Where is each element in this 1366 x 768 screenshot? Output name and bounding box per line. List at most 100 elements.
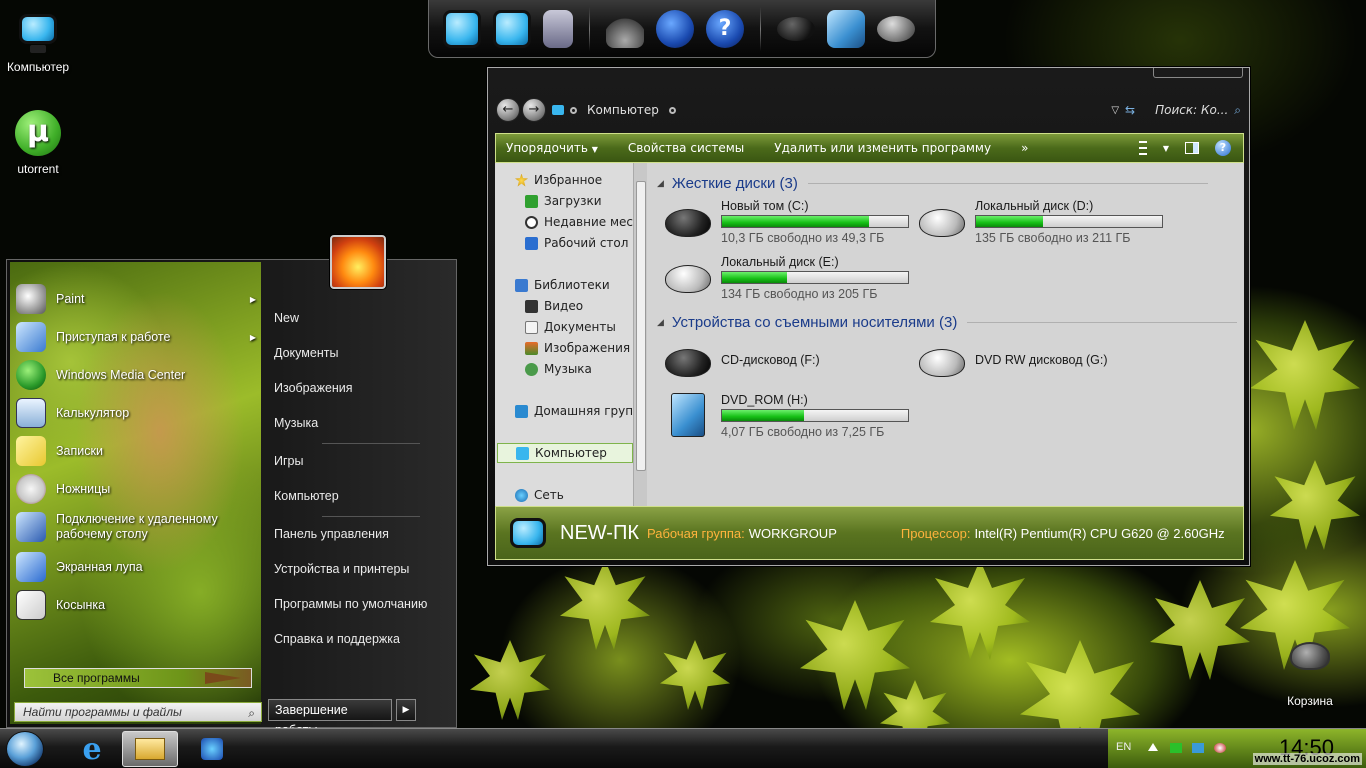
calculator-icon xyxy=(16,398,46,428)
breadcrumb-location[interactable]: Компьютер xyxy=(587,103,659,117)
taskbar-explorer[interactable] xyxy=(122,731,178,767)
sticky-notes-icon xyxy=(16,436,46,466)
nav-item-desktop[interactable]: Рабочий стол xyxy=(525,236,628,250)
shutdown-options-arrow[interactable]: ▶ xyxy=(396,699,416,721)
nav-scrollbar[interactable] xyxy=(633,163,647,506)
drive-g[interactable]: DVD RW дисковод (G:) xyxy=(919,339,1108,377)
start-link-games[interactable]: Игры xyxy=(274,454,303,468)
folders-icon[interactable] xyxy=(827,9,865,48)
window-controls[interactable] xyxy=(1153,68,1243,78)
collapse-icon[interactable]: ◢ xyxy=(657,178,664,189)
program-magnifier[interactable]: Экранная лупа xyxy=(16,552,256,582)
nav-item-network[interactable]: Сеть xyxy=(515,488,564,502)
start-link-music[interactable]: Музыка xyxy=(274,416,318,430)
forward-button[interactable]: → xyxy=(522,98,546,122)
nav-item-homegroup[interactable]: Домашняя группа xyxy=(515,404,647,418)
user-avatar[interactable] xyxy=(330,235,386,289)
help-icon[interactable]: ? xyxy=(1215,140,1231,156)
start-link-documents[interactable]: Документы xyxy=(274,346,338,360)
help-icon[interactable]: ? xyxy=(706,9,744,48)
chevron-down-icon[interactable]: ▼ xyxy=(1163,144,1169,153)
language-indicator[interactable]: EN xyxy=(1116,741,1131,753)
program-sticky-notes[interactable]: Записки xyxy=(16,436,256,466)
start-link-new[interactable]: New xyxy=(274,311,299,325)
collapse-icon[interactable]: ◢ xyxy=(657,317,664,328)
dock-separator xyxy=(589,6,590,51)
submenu-arrow-icon[interactable]: ▶ xyxy=(250,295,256,304)
nav-item-libraries[interactable]: Библиотеки xyxy=(515,278,610,292)
desktop-icon-recycle-bin[interactable]: Корзина xyxy=(1272,632,1348,708)
nav-item-computer[interactable]: Компьютер xyxy=(497,443,633,463)
control-panel-icon[interactable] xyxy=(543,9,573,48)
back-button[interactable]: ← xyxy=(496,98,520,122)
drive-name: Новый том (C:) xyxy=(721,199,809,213)
refresh-icon[interactable]: ⇆ xyxy=(1125,103,1135,117)
search-box[interactable]: ▽ ⇆ Поиск: Ко... ⌕ xyxy=(1111,103,1241,118)
start-link-help[interactable]: Справка и поддержка xyxy=(274,632,400,646)
nav-item-favorites[interactable]: Избранное xyxy=(515,173,602,187)
program-calculator[interactable]: Калькулятор xyxy=(16,398,256,428)
search-icon[interactable]: ⌕ xyxy=(1234,103,1241,118)
all-programs-button[interactable]: Все программы xyxy=(24,668,252,688)
computer-icon[interactable] xyxy=(443,9,481,48)
drive-c[interactable]: Новый том (C:) 10,3 ГБ свободно из 49,3 … xyxy=(665,199,909,245)
program-snipping-tool[interactable]: Ножницы xyxy=(16,474,256,504)
nav-item-video[interactable]: Видео xyxy=(525,299,583,313)
folder-icon xyxy=(135,738,165,760)
group-header-removable[interactable]: ◢ Устройства со съемными носителями (3) xyxy=(657,314,1238,331)
submenu-arrow-icon[interactable]: ▶ xyxy=(250,333,256,342)
uninstall-button[interactable]: Удалить или изменить программу xyxy=(774,141,991,155)
nav-item-downloads[interactable]: Загрузки xyxy=(525,194,602,208)
drive-f[interactable]: CD-дисковод (F:) xyxy=(665,339,820,377)
nav-item-music[interactable]: Музыка xyxy=(525,362,592,376)
system-properties-button[interactable]: Свойства системы xyxy=(628,141,744,155)
start-search-input[interactable]: Найти программы и файлы ⌕ xyxy=(14,702,262,722)
shutdown-button[interactable]: Завершение работы xyxy=(268,699,392,737)
volume-icon[interactable] xyxy=(1214,743,1226,753)
start-button[interactable] xyxy=(6,731,44,767)
start-link-devices[interactable]: Устройства и принтеры xyxy=(274,562,409,576)
action-center-icon[interactable] xyxy=(1170,743,1182,753)
search-input[interactable]: Поиск: Ко... xyxy=(1155,103,1228,117)
drive-icon[interactable] xyxy=(877,15,915,42)
menu-separator xyxy=(322,516,420,517)
drive-usage-bar xyxy=(721,215,909,228)
more-button[interactable]: » xyxy=(1021,141,1028,155)
preview-pane-icon[interactable] xyxy=(1185,142,1199,154)
start-link-control-panel[interactable]: Панель управления xyxy=(274,527,389,541)
taskbar-internet-explorer[interactable]: e xyxy=(64,731,120,767)
desktop-icon-utorrent[interactable]: µ utorrent xyxy=(0,110,76,176)
program-remote-desktop[interactable]: Подключение к удаленному рабочему столу xyxy=(16,512,256,542)
ladybug-icon[interactable] xyxy=(656,9,694,48)
drive-free-space: 135 ГБ свободно из 211 ГБ xyxy=(975,231,1131,245)
organize-button[interactable]: Упорядочить ▼ xyxy=(506,141,598,155)
network-icon[interactable] xyxy=(1192,743,1204,753)
show-hidden-icons[interactable] xyxy=(1148,743,1158,751)
nav-item-pictures[interactable]: Изображения xyxy=(525,341,630,355)
start-link-default-programs[interactable]: Программы по умолчанию xyxy=(274,597,427,611)
program-media-center[interactable]: Windows Media Center xyxy=(16,360,256,390)
program-getting-started[interactable]: Приступая к работе ▶ xyxy=(16,322,256,352)
drive-e[interactable]: Локальный диск (E:) 134 ГБ свободно из 2… xyxy=(665,255,909,301)
program-paint[interactable]: Paint ▶ xyxy=(16,284,256,314)
chevron-down-icon[interactable]: ▽ xyxy=(1111,105,1119,116)
start-link-pictures[interactable]: Изображения xyxy=(274,381,353,395)
breadcrumb-dropdown[interactable] xyxy=(668,106,676,114)
taskbar-media-player[interactable] xyxy=(184,731,240,767)
program-solitaire[interactable]: Косынка xyxy=(16,590,256,620)
view-options-icon[interactable] xyxy=(1138,141,1147,155)
start-link-computer[interactable]: Компьютер xyxy=(274,489,339,503)
mouse-icon[interactable] xyxy=(777,16,815,41)
group-header-hard-drives[interactable]: ◢ Жесткие диски (3) xyxy=(657,175,1208,192)
joystick-icon[interactable] xyxy=(606,9,644,48)
network-icon[interactable] xyxy=(493,9,531,48)
drive-name: Локальный диск (E:) xyxy=(721,255,839,269)
search-icon[interactable]: ⌕ xyxy=(248,704,255,722)
desktop-icon-computer[interactable]: Компьютер xyxy=(0,8,76,74)
drive-h[interactable]: DVD_ROM (H:) 4,07 ГБ свободно из 7,25 ГБ xyxy=(671,393,909,439)
nav-item-documents[interactable]: Документы xyxy=(525,320,616,334)
drive-name: Локальный диск (D:) xyxy=(975,199,1094,213)
nav-item-recent[interactable]: Недавние места xyxy=(525,215,647,229)
drive-d[interactable]: Локальный диск (D:) 135 ГБ свободно из 2… xyxy=(919,199,1163,245)
breadcrumb-separator[interactable] xyxy=(570,106,577,114)
